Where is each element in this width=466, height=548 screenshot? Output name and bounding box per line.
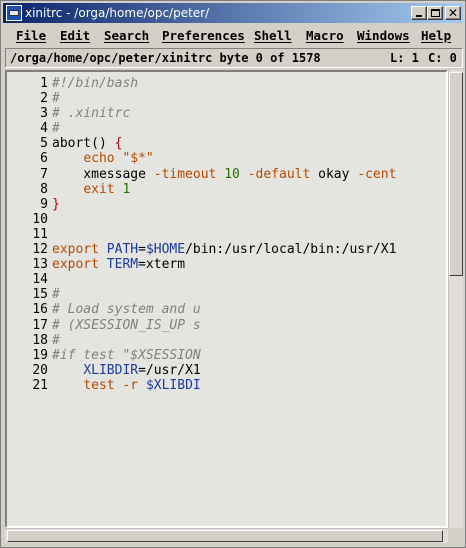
code-line[interactable]: # (XSESSION_IS_UP s bbox=[52, 318, 446, 333]
minimize-button[interactable] bbox=[411, 6, 427, 20]
minimize-icon bbox=[416, 15, 422, 17]
line-number: 15 bbox=[32, 287, 48, 303]
horizontal-scrollbar[interactable] bbox=[5, 528, 448, 543]
line-number: 1 bbox=[40, 76, 48, 91]
code-line[interactable]: #!/bin/bash bbox=[52, 76, 446, 91]
status-line: /orga/home/opc/peter/xinitrc byte 0 of 1… bbox=[5, 48, 463, 68]
code-line[interactable]: export PATH=$HOME/bin:/usr/local/bin:/us… bbox=[52, 242, 446, 257]
vertical-scrollbar[interactable] bbox=[448, 70, 463, 528]
line-number: 5 bbox=[40, 136, 48, 152]
code-area[interactable]: #!/bin/bash # # .xinitrc # abort() { echo "$… bbox=[52, 76, 446, 393]
menu-preferences[interactable]: Preferences bbox=[162, 28, 245, 44]
code-line[interactable]: # bbox=[52, 121, 446, 136]
menu-windows[interactable]: Windows bbox=[357, 28, 410, 44]
menu-bar: File Edit Search Preferences Shell Macro… bbox=[3, 25, 463, 47]
line-number-gutter: 1 2 3 4 5 6 7 8 9 10 11 12 13 14 15 16 17 18 19 20 21 bbox=[7, 76, 48, 393]
menu-help[interactable]: Help bbox=[421, 28, 451, 44]
line-number: 19 bbox=[32, 347, 48, 363]
code-line[interactable]: # bbox=[52, 91, 446, 106]
code-line[interactable]: echo "$*" bbox=[52, 151, 446, 166]
line-number: 3 bbox=[40, 106, 48, 122]
line-number: 10 bbox=[32, 211, 48, 227]
close-button[interactable]: ✕ bbox=[445, 6, 461, 20]
close-icon: ✕ bbox=[447, 6, 459, 20]
line-number: 16 bbox=[32, 302, 48, 318]
line-number: 8 bbox=[40, 181, 48, 197]
code-line[interactable]: abort() { bbox=[52, 136, 446, 151]
file-path-status: /orga/home/opc/peter/xinitrc byte 0 of 1… bbox=[10, 51, 321, 65]
code-line[interactable]: ​ bbox=[52, 272, 446, 287]
maximize-button[interactable] bbox=[427, 6, 443, 20]
text-editor[interactable]: 1 2 3 4 5 6 7 8 9 10 11 12 13 14 15 16 17 18 19 20 21 #!/bin… bbox=[5, 70, 448, 528]
code-line[interactable]: # bbox=[52, 287, 446, 302]
code-line[interactable]: export TERM=xterm bbox=[52, 257, 446, 272]
line-number: 21 bbox=[32, 377, 48, 393]
vertical-scroll-thumb[interactable] bbox=[449, 72, 463, 276]
line-number: 17 bbox=[32, 317, 48, 333]
line-indicator: L: 1 bbox=[390, 51, 419, 65]
code-line[interactable]: # .xinitrc bbox=[52, 106, 446, 121]
menu-edit[interactable]: Edit bbox=[60, 28, 90, 44]
menu-file[interactable]: File bbox=[16, 28, 46, 44]
code-line[interactable]: ​ bbox=[52, 212, 446, 227]
code-line[interactable]: xmessage -timeout 10 -default okay -cent bbox=[52, 167, 446, 182]
scrollbar-corner bbox=[448, 528, 463, 543]
maximize-icon bbox=[431, 9, 440, 17]
code-line[interactable]: # bbox=[52, 333, 446, 348]
code-line[interactable]: XLIBDIR=/usr/X1 bbox=[52, 363, 446, 378]
menu-macro[interactable]: Macro bbox=[306, 28, 344, 44]
column-indicator: C: 0 bbox=[428, 51, 457, 65]
code-line[interactable]: } bbox=[52, 197, 446, 212]
line-number: 2 bbox=[40, 91, 48, 107]
menu-shell[interactable]: Shell bbox=[254, 28, 292, 44]
app-icon[interactable] bbox=[6, 5, 22, 21]
code-line[interactable]: # Load system and u bbox=[52, 302, 446, 317]
code-line[interactable]: test -r $XLIBDI bbox=[52, 378, 446, 393]
line-number: 13 bbox=[32, 257, 48, 273]
code-line[interactable]: #if test "$XSESSION bbox=[52, 348, 446, 363]
window-title: xinitrc - /orga/home/opc/peter/ bbox=[25, 6, 210, 20]
line-number: 9 bbox=[40, 196, 48, 212]
editor-window: xinitrc - /orga/home/opc/peter/ ✕ File E… bbox=[0, 0, 466, 548]
line-number: 14 bbox=[32, 272, 48, 288]
title-bar[interactable]: xinitrc - /orga/home/opc/peter/ ✕ bbox=[3, 3, 463, 23]
line-number: 4 bbox=[40, 121, 48, 137]
line-number: 6 bbox=[40, 151, 48, 167]
line-number: 18 bbox=[32, 332, 48, 348]
code-line[interactable]: exit 1 bbox=[52, 182, 446, 197]
menu-search[interactable]: Search bbox=[104, 28, 149, 44]
line-number: 12 bbox=[32, 242, 48, 258]
horizontal-scroll-thumb[interactable] bbox=[7, 530, 443, 542]
code-line[interactable]: ​ bbox=[52, 227, 446, 242]
line-number: 7 bbox=[40, 166, 48, 182]
line-number: 20 bbox=[32, 362, 48, 378]
line-number: 11 bbox=[32, 226, 48, 242]
